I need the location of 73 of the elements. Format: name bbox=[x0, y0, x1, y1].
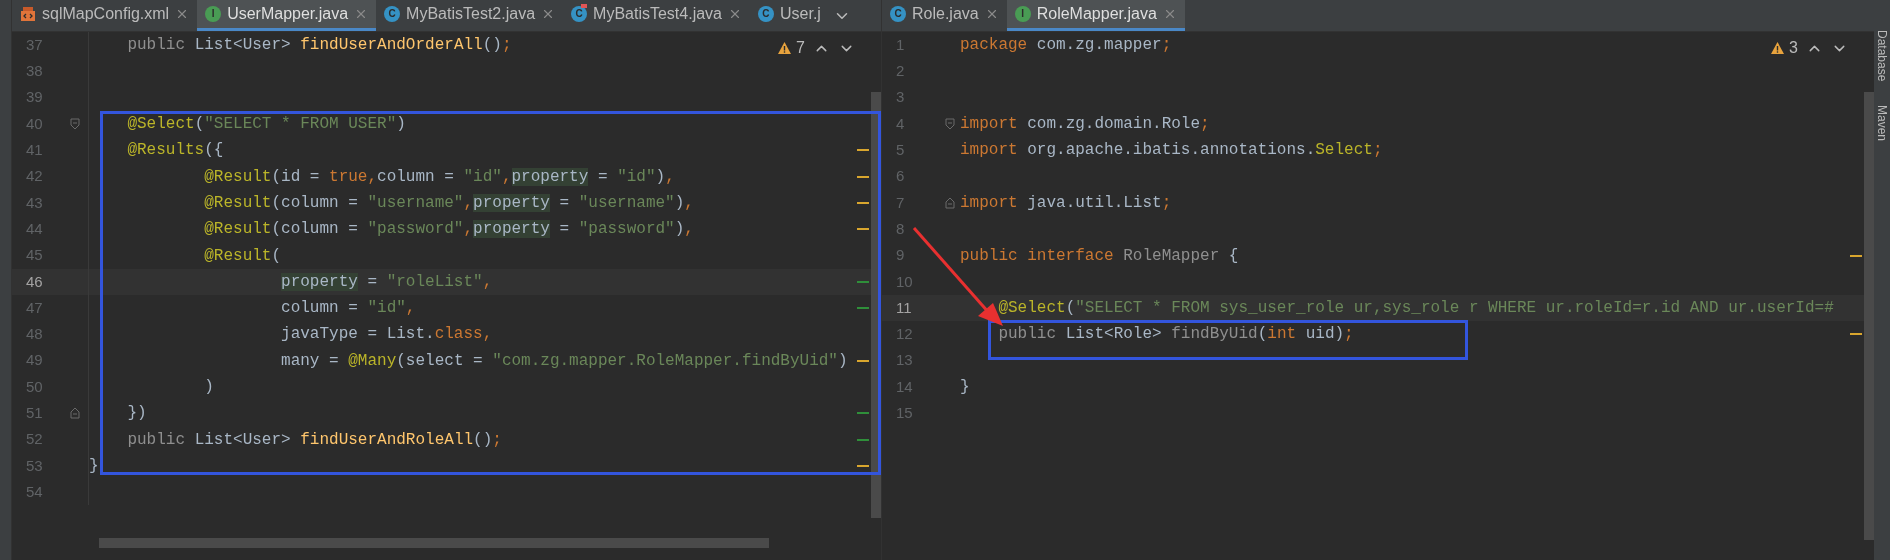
code-line: } bbox=[960, 377, 970, 398]
line-number: 10 bbox=[895, 271, 914, 292]
line-number: 42 bbox=[25, 166, 44, 187]
line-number: 45 bbox=[25, 245, 44, 266]
line-number: 14 bbox=[895, 376, 914, 397]
file-tab[interactable]: C MyBatisTest2.java bbox=[376, 0, 564, 31]
line-number: 39 bbox=[25, 87, 44, 108]
line-number: 37 bbox=[25, 34, 44, 55]
line-number: 52 bbox=[25, 429, 44, 450]
line-number: 49 bbox=[25, 350, 44, 371]
tool-window-button[interactable]: Database bbox=[1876, 30, 1888, 82]
class-icon: C bbox=[384, 6, 401, 22]
line-number: 8 bbox=[895, 218, 906, 239]
line-number: 13 bbox=[895, 350, 914, 371]
code-line: package com.zg.mapper; bbox=[960, 35, 1172, 57]
class-icon: C bbox=[890, 6, 906, 22]
line-number: 38 bbox=[25, 61, 44, 82]
code-line: public interface RoleMapper { bbox=[960, 245, 1239, 267]
code-line: @Result(column = "password",property = "password"), bbox=[203, 219, 694, 241]
file-tab[interactable]: I UserMapper.java bbox=[197, 0, 377, 31]
code-line: column = "id", bbox=[280, 298, 416, 320]
line-number: 54 bbox=[25, 481, 44, 502]
code-line: import org.apache.ibatis.annotations.Select; bbox=[960, 140, 1383, 162]
line-number: 41 bbox=[25, 140, 44, 161]
file-tab[interactable]: C User.j bbox=[750, 0, 829, 31]
line-number: 3 bbox=[895, 87, 906, 108]
code-line: import com.zg.domain.Role; bbox=[960, 114, 1210, 136]
line-number: 51 bbox=[25, 403, 44, 424]
line-number: 7 bbox=[895, 192, 906, 213]
code-line: javaType = List.class, bbox=[280, 324, 493, 346]
line-number: 40 bbox=[25, 113, 44, 134]
line-number: 12 bbox=[895, 324, 914, 345]
code-line: @Result(column = "username",property = "username"), bbox=[203, 192, 694, 214]
code-line: @Result( bbox=[203, 245, 282, 267]
line-number: 48 bbox=[25, 324, 44, 345]
interface-icon: I bbox=[1014, 6, 1031, 22]
line-number: 47 bbox=[25, 297, 44, 318]
line-number: 2 bbox=[895, 61, 906, 82]
file-tab[interactable]: C Role.java bbox=[882, 0, 1007, 31]
line-number: 11 bbox=[895, 297, 913, 318]
code-line: }) bbox=[126, 403, 147, 425]
code-line: property = "roleList", bbox=[280, 271, 493, 293]
file-tab[interactable]: sqlMapConfig.xml bbox=[12, 0, 198, 31]
class-icon: C bbox=[571, 6, 588, 22]
line-number: 9 bbox=[895, 245, 906, 266]
interface-icon: I bbox=[205, 6, 222, 22]
code-line: public List<User> findUserAndOrderAll(); bbox=[126, 35, 512, 57]
file-tab[interactable]: C MyBatisTest4.java bbox=[563, 0, 750, 31]
line-number: 1 bbox=[895, 34, 906, 55]
line-number: 15 bbox=[895, 403, 914, 424]
line-number: 4 bbox=[895, 113, 906, 134]
code-line: public List<User> findUserAndRoleAll(); bbox=[126, 429, 502, 451]
warning-count[interactable]: 3 bbox=[1789, 36, 1798, 60]
line-number: 46 bbox=[25, 271, 44, 292]
code-line: @Select("SELECT * FROM sys_user_role ur,sys_role r WHERE ur.roleId=r.id AND ur.userId=# bbox=[997, 298, 1834, 320]
code-line: @Select("SELECT * FROM USER") bbox=[126, 114, 406, 136]
line-number: 53 bbox=[25, 455, 44, 476]
code-line: } bbox=[89, 455, 99, 477]
tool-window-button[interactable]: Maven bbox=[1876, 105, 1888, 142]
line-number: 44 bbox=[25, 218, 44, 239]
warning-count[interactable]: 7 bbox=[796, 36, 805, 60]
line-number: 6 bbox=[895, 166, 906, 187]
code-line: public List<Role> findByUid(int uid); bbox=[997, 324, 1354, 346]
code-line: @Result(id = true,column = "id",property = "id"), bbox=[203, 166, 675, 188]
code-line: many = @Many(select = "com.zg.mapper.RoleMapper.findByUid") bbox=[280, 350, 848, 372]
class-icon: C bbox=[758, 6, 774, 22]
code-line: import java.util.List; bbox=[960, 192, 1172, 214]
line-number: 5 bbox=[895, 140, 906, 161]
code-line: @Results({ bbox=[126, 140, 224, 162]
line-number: 50 bbox=[25, 376, 44, 397]
line-number: 43 bbox=[25, 192, 44, 213]
file-tab[interactable]: I RoleMapper.java bbox=[1006, 0, 1185, 31]
code-line: ) bbox=[203, 377, 214, 398]
